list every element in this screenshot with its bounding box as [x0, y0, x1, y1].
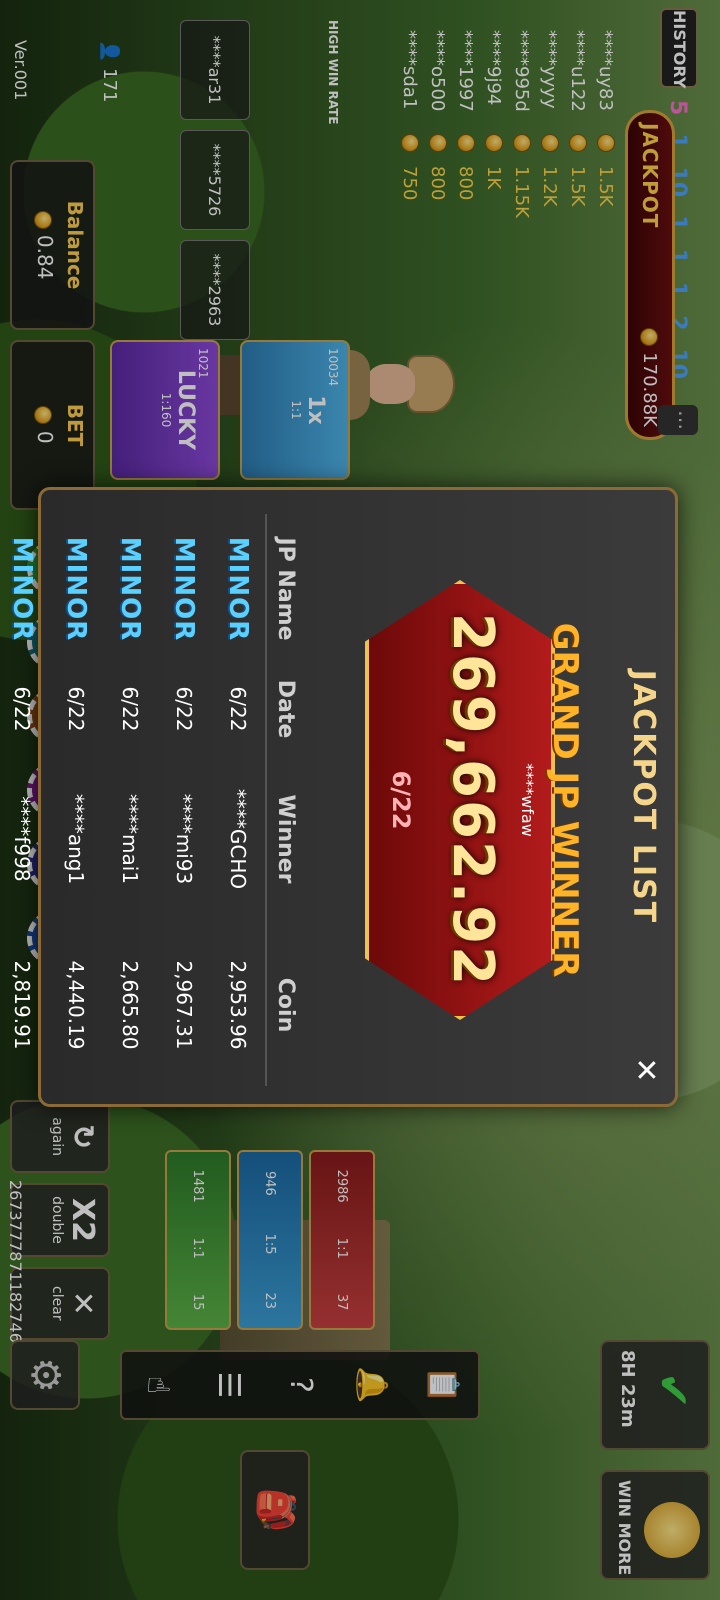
header-date: Date — [273, 679, 299, 739]
table-row: MINOR 6/22 ****ang1 4,440.19 — [49, 514, 103, 1086]
date-cell: 6/22 — [118, 686, 142, 732]
table-row: MINOR 6/22 ****GCHO 2,953.96 — [211, 514, 265, 1086]
date-cell: 6/22 — [64, 686, 88, 732]
winner-cell: ****mi93 — [172, 793, 196, 885]
winner-cell: ****mai1 — [118, 793, 142, 885]
coin-cell: 2,819.91 — [10, 960, 34, 1050]
coin-cell: 2,953.96 — [226, 960, 250, 1050]
jp-name-cell: MINOR — [223, 536, 253, 642]
winner-cell: ****GCHO — [226, 788, 250, 890]
table-row: MINOR 6/22 ****mai1 2,665.80 — [103, 514, 157, 1086]
coin-cell: 2,665.80 — [118, 960, 142, 1050]
grand-date: 6/22 — [387, 770, 415, 830]
winner-cell: ****f998 — [10, 796, 34, 882]
jp-name-cell: MINOR — [115, 536, 145, 642]
grand-title: GRAND JP WINNER — [545, 622, 585, 978]
modal-title: JACKPOT LIST — [626, 669, 661, 925]
date-cell: 6/22 — [226, 686, 250, 732]
date-cell: 6/22 — [10, 686, 34, 732]
coin-cell: 2,967.31 — [172, 960, 196, 1050]
table-header: JP Name Date Winner Coin — [265, 514, 305, 1086]
header-winner: Winner — [273, 794, 299, 884]
date-cell: 6/22 — [172, 686, 196, 732]
table-row: MINOR 6/22 ****mi93 2,967.31 — [157, 514, 211, 1086]
coin-cell: 4,440.19 — [64, 960, 88, 1050]
header-coin: Coin — [273, 977, 299, 1033]
jackpot-table: JP Name Date Winner Coin MINOR 6/22 ****… — [0, 514, 305, 1086]
grand-winner: ****wfaw — [518, 763, 537, 837]
jp-name-cell: MINOR — [61, 536, 91, 642]
grand-jp-banner: GRAND JP WINNER ****wfaw 269,662.92 6/22 — [335, 550, 585, 1050]
header-jp-name: JP Name — [273, 537, 299, 641]
grand-amount: 269,662.92 — [440, 612, 505, 988]
jp-name-cell: MINOR — [169, 536, 199, 642]
game-stage: HISTORY 5 1 10 1 1 1 2 10 JACKPOT 170.88… — [0, 0, 720, 1600]
winner-cell: ****ang1 — [64, 793, 88, 885]
jackpot-list-modal: JACKPOT LIST ✕ GRAND JP WINNER ****wfaw … — [7, 487, 678, 1107]
close-icon[interactable]: ✕ — [625, 1050, 665, 1090]
jp-name-cell: MINOR — [7, 536, 37, 642]
table-row: MINOR 6/22 ****f998 2,819.91 — [0, 514, 49, 1086]
